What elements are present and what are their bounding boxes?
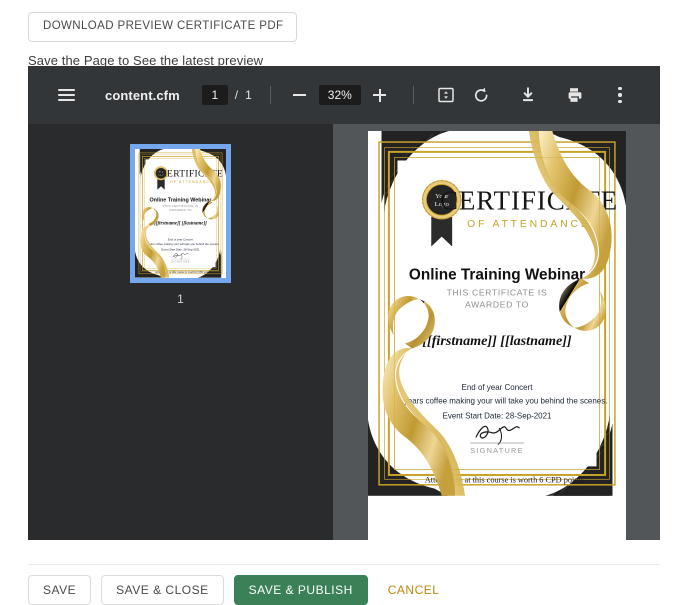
pdf-page-1 <box>367 131 626 540</box>
fit-page-icon[interactable] <box>428 77 464 113</box>
page-total: 1 <box>245 88 252 102</box>
toolbar-divider <box>269 86 271 104</box>
zoom-out-button[interactable] <box>285 80 315 110</box>
thumbnail-certificate-render <box>135 149 226 278</box>
zoom-level-value[interactable]: 32% <box>318 85 361 105</box>
cancel-button[interactable]: CANCEL <box>378 575 450 605</box>
pdf-viewer: content.cfm / 1 32% <box>28 66 660 540</box>
footer-actions: SAVE SAVE & CLOSE SAVE & PUBLISH CANCEL <box>28 575 449 605</box>
save-and-publish-button[interactable]: SAVE & PUBLISH <box>233 575 368 605</box>
page-separator: / <box>234 88 239 102</box>
rotate-counterclockwise-icon[interactable] <box>464 77 500 113</box>
certificate-render <box>368 131 626 496</box>
toolbar-divider-2 <box>412 86 414 104</box>
document-pane[interactable] <box>333 124 660 540</box>
download-icon[interactable] <box>510 77 546 113</box>
zoom-in-button[interactable] <box>365 80 395 110</box>
save-and-close-button[interactable]: SAVE & CLOSE <box>101 575 224 605</box>
page-root: DOWNLOAD PREVIEW CERTIFICATE PDF Save th… <box>0 0 688 605</box>
pdf-filename: content.cfm <box>105 87 180 103</box>
viewer-body: 1 <box>28 124 660 540</box>
pdf-toolbar: content.cfm / 1 32% <box>28 66 660 124</box>
print-icon[interactable] <box>556 77 592 113</box>
save-button[interactable]: SAVE <box>28 575 92 605</box>
more-options-icon[interactable] <box>602 77 638 113</box>
thumbnail-pane: 1 <box>28 124 333 540</box>
page-number-input[interactable] <box>201 85 228 105</box>
hamburger-icon[interactable] <box>48 77 84 113</box>
top-section: DOWNLOAD PREVIEW CERTIFICATE PDF Save th… <box>0 0 688 68</box>
download-preview-certificate-pdf-button[interactable]: DOWNLOAD PREVIEW CERTIFICATE PDF <box>28 12 298 42</box>
footer-divider <box>28 564 660 565</box>
page-thumbnail-1[interactable] <box>130 144 231 283</box>
thumbnail-page-label: 1 <box>177 291 184 306</box>
